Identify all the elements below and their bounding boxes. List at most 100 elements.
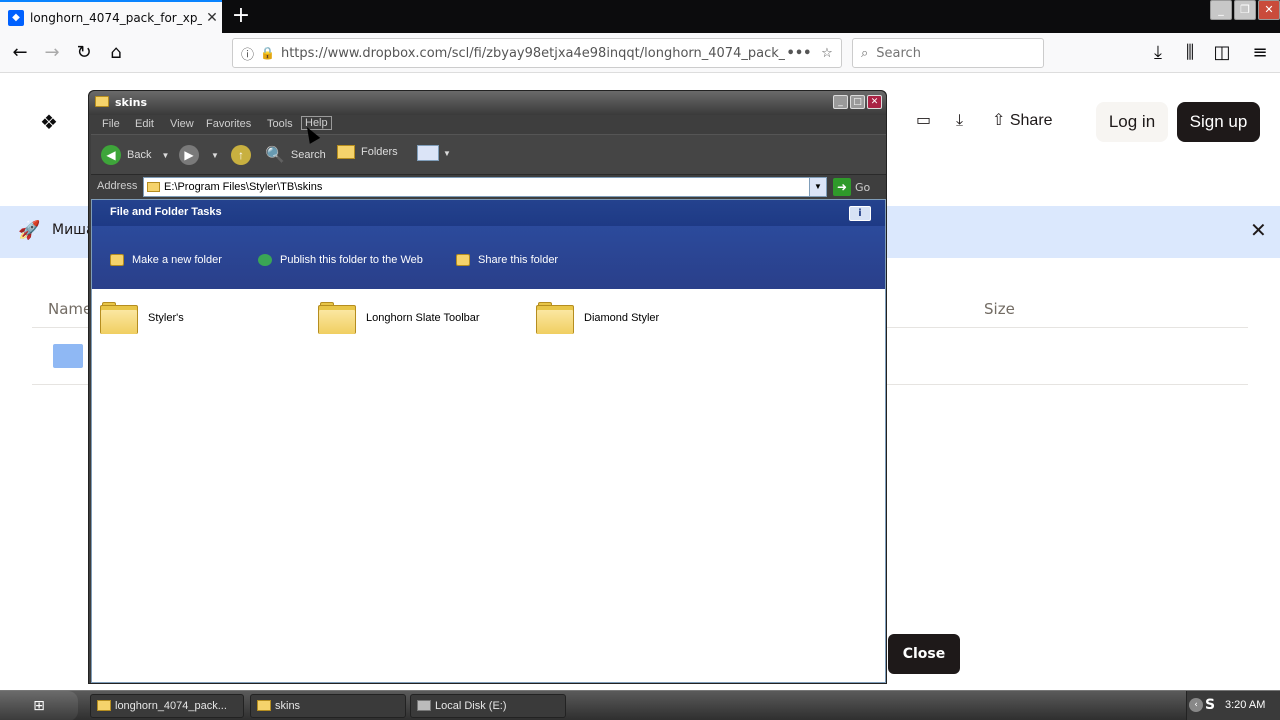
chevron-down-icon[interactable]: ▼	[443, 149, 451, 158]
taskbar-button[interactable]: Local Disk (E:)	[410, 694, 566, 718]
task-label: Make a new folder	[132, 254, 222, 266]
address-input[interactable]: E:\Program Files\Styler\TB\skins ▼	[143, 177, 827, 197]
task-share-folder[interactable]: Share this folder	[456, 254, 558, 266]
task-label: Publish this folder to the Web	[280, 254, 423, 266]
browser-nav-bar: ← → ↻ ⌂ ⓘ 🔒 https://www.dropbox.com/scl/…	[0, 33, 1280, 73]
banner-close-icon[interactable]: ✕	[1250, 218, 1267, 242]
task-make-folder[interactable]: Make a new folder	[110, 254, 222, 266]
column-header-name[interactable]: Name	[48, 300, 92, 318]
start-button[interactable]: ⊞	[0, 691, 78, 720]
folder-icon	[100, 302, 138, 334]
minimize-icon[interactable]: _	[1210, 0, 1232, 20]
task-publish-web[interactable]: Publish this folder to the Web	[258, 254, 423, 266]
tab-title: longhorn_4074_pack_for_xp_v2...	[30, 10, 202, 25]
tab-close-icon[interactable]: ✕	[202, 10, 222, 26]
system-tray: ‹ S 3:20 AM	[1186, 691, 1280, 720]
go-button[interactable]: ➜ Go	[833, 178, 870, 196]
taskbar-label: Local Disk (E:)	[435, 700, 507, 712]
download-file-icon[interactable]: ⤓	[956, 110, 963, 130]
drive-icon	[417, 700, 431, 711]
forward-arrow-icon[interactable]: →	[38, 39, 66, 67]
info-icon[interactable]: ⓘ	[241, 44, 254, 63]
tray-arrow-icon[interactable]: ‹	[1189, 698, 1203, 712]
tray-app-icon[interactable]: S	[1205, 697, 1219, 713]
folder-icon[interactable]	[53, 344, 83, 368]
folder-item[interactable]: Longhorn Slate Toolbar	[318, 302, 480, 334]
windows-taskbar: ⊞ longhorn_4074_pack... skins Local Disk…	[0, 690, 1280, 720]
menu-favorites[interactable]: Favorites	[206, 118, 251, 130]
go-label: Go	[855, 180, 871, 194]
up-folder-icon: ↑	[231, 145, 251, 165]
chevron-down-icon[interactable]: ▼	[161, 151, 169, 160]
views-button[interactable]: ▼	[417, 145, 451, 161]
browser-tab-bar: ◆ longhorn_4074_pack_for_xp_v2... ✕ + _ …	[0, 0, 1280, 33]
window-close-icon[interactable]: ✕	[1258, 0, 1280, 20]
sidebar-icon[interactable]: ◫	[1208, 39, 1236, 67]
column-header-size[interactable]: Size	[984, 300, 1015, 318]
maximize-icon[interactable]: □	[850, 95, 865, 109]
taskbar-button[interactable]: skins	[250, 694, 406, 718]
url-text[interactable]: https://www.dropbox.com/scl/fi/zbyay98et…	[281, 46, 785, 61]
share-folder-icon	[456, 254, 470, 266]
new-folder-icon	[110, 254, 124, 266]
explorer-title-bar[interactable]: skins _ □ ✕	[89, 91, 886, 115]
dropbox-favicon-icon: ◆	[8, 9, 24, 26]
back-button[interactable]: ◀ Back ▼	[101, 145, 169, 165]
folders-button[interactable]: Folders	[337, 145, 398, 159]
folder-icon	[257, 700, 271, 711]
download-icon[interactable]: ⤓	[1144, 39, 1172, 67]
menu-view[interactable]: View	[170, 118, 194, 130]
info-icon[interactable]: i	[849, 206, 871, 221]
folder-name: Styler's	[148, 312, 184, 324]
home-icon[interactable]: ⌂	[102, 39, 130, 67]
taskbar-label: longhorn_4074_pack...	[115, 700, 227, 712]
address-label: Address	[97, 180, 138, 192]
menu-file[interactable]: File	[102, 118, 120, 130]
taskbar-label: skins	[275, 700, 301, 712]
explorer-content: File and Folder Tasks i Make a new folde…	[91, 199, 886, 683]
explorer-window: skins _ □ ✕ File Edit View Favorites Too…	[88, 90, 887, 684]
browser-tab-active[interactable]: ◆ longhorn_4074_pack_for_xp_v2... ✕	[0, 0, 222, 33]
login-button[interactable]: Log in	[1096, 102, 1168, 142]
up-folder-button[interactable]: ↑	[231, 145, 257, 165]
menu-tools[interactable]: Tools	[267, 118, 293, 130]
minimize-icon[interactable]: _	[833, 95, 848, 109]
signup-button[interactable]: Sign up	[1177, 102, 1260, 142]
new-tab-button[interactable]: +	[228, 4, 254, 30]
close-button[interactable]: Close	[888, 634, 960, 674]
folder-icon	[318, 302, 356, 334]
folder-name: Longhorn Slate Toolbar	[366, 312, 480, 324]
menu-edit[interactable]: Edit	[135, 118, 154, 130]
forward-arrow-icon: ▶	[179, 145, 199, 165]
dropbox-logo-icon[interactable]: ❖	[40, 110, 64, 134]
share-button[interactable]: ⇧ Share	[992, 110, 1053, 130]
folder-item[interactable]: Styler's	[100, 302, 184, 334]
url-bar[interactable]: ⓘ 🔒 https://www.dropbox.com/scl/fi/zbyay…	[232, 38, 842, 68]
close-icon[interactable]: ✕	[867, 95, 882, 109]
chevron-down-icon[interactable]: ▼	[211, 151, 219, 160]
folder-icon	[147, 182, 160, 192]
reload-icon[interactable]: ↻	[70, 39, 98, 67]
comment-icon[interactable]: ▭	[916, 110, 931, 129]
search-label: Search	[290, 149, 326, 161]
share-label: Share	[1009, 112, 1053, 129]
lock-icon: 🔒	[260, 46, 275, 60]
browser-icon	[97, 700, 111, 711]
library-icon[interactable]: ⫼	[1176, 39, 1204, 67]
restore-icon[interactable]: ❐	[1234, 0, 1256, 20]
folders-label: Folders	[361, 146, 398, 158]
back-arrow-icon[interactable]: ←	[6, 39, 34, 67]
menu-icon[interactable]: ≡	[1246, 39, 1274, 67]
address-value: E:\Program Files\Styler\TB\skins	[164, 181, 323, 193]
folder-icon	[536, 302, 574, 334]
browser-search-input[interactable]: ⌕ Search	[852, 38, 1044, 68]
tasks-header[interactable]: File and Folder Tasks	[92, 200, 885, 226]
page-actions-icon[interactable]: •••	[785, 46, 813, 61]
search-button[interactable]: 🔍 Search	[265, 145, 326, 165]
folder-item[interactable]: Diamond Styler	[536, 302, 659, 334]
clock[interactable]: 3:20 AM	[1225, 699, 1265, 711]
dropdown-arrow-icon[interactable]: ▼	[809, 178, 826, 196]
taskbar-button[interactable]: longhorn_4074_pack...	[90, 694, 244, 718]
bookmark-star-icon[interactable]: ☆	[813, 46, 841, 61]
forward-button[interactable]: ▶ ▼	[179, 145, 219, 165]
